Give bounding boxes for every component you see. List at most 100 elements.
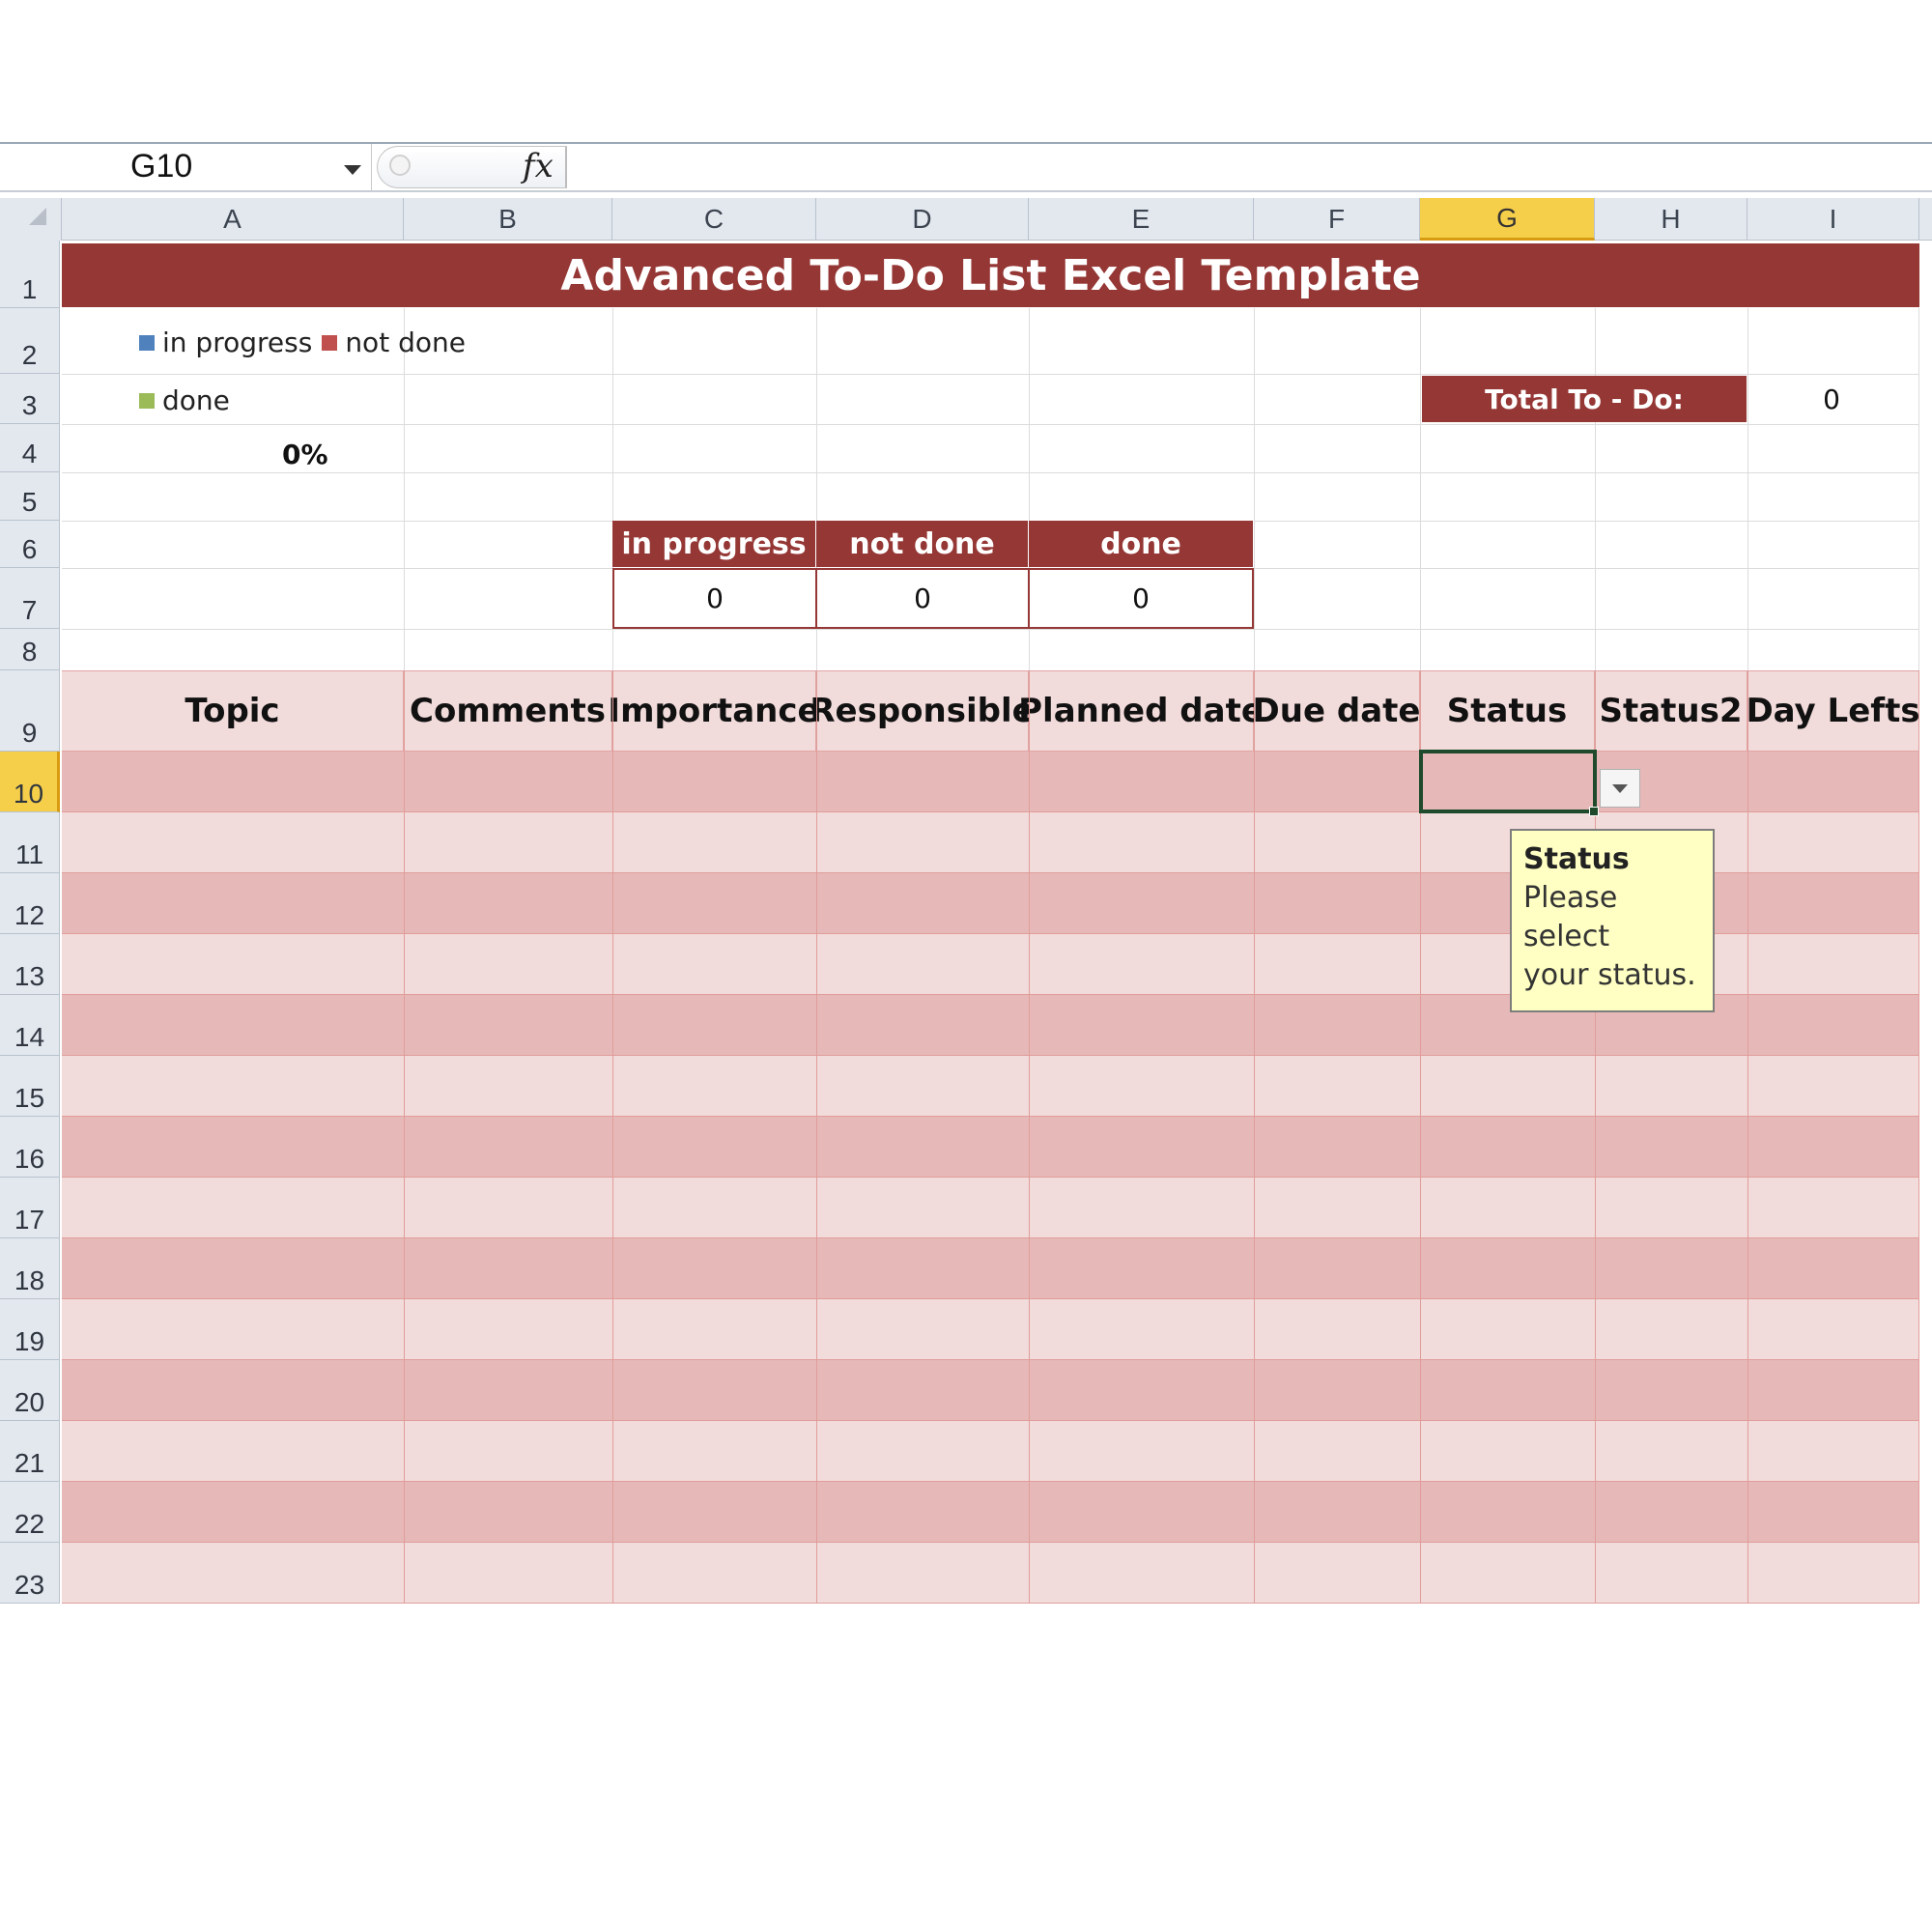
gridline: [62, 424, 1919, 425]
summary-value-done[interactable]: 0: [1028, 568, 1254, 629]
row-header-17[interactable]: 17: [0, 1178, 60, 1238]
sheet-title: Advanced To-Do List Excel Template: [62, 243, 1919, 307]
column-header-b[interactable]: B: [404, 198, 612, 241]
name-box-value: G10: [130, 148, 193, 185]
legend-label-done: done: [162, 384, 230, 416]
table-row[interactable]: [62, 1117, 1919, 1178]
row-header-21[interactable]: 21: [0, 1421, 60, 1482]
row-header-14[interactable]: 14: [0, 995, 60, 1056]
table-header-topic: Topic: [62, 670, 404, 752]
total-todo-value[interactable]: 0: [1747, 376, 1917, 422]
row-header-7[interactable]: 7: [0, 568, 60, 629]
table-column-divider: [612, 670, 613, 1604]
table-row[interactable]: [62, 1299, 1919, 1360]
row-header-4[interactable]: 4: [0, 424, 60, 472]
table-row[interactable]: [62, 1482, 1919, 1543]
row-header-9[interactable]: 9: [0, 670, 60, 752]
table-header-importance: Importance: [608, 670, 820, 752]
row-header-15[interactable]: 15: [0, 1056, 60, 1117]
table-column-divider: [1254, 670, 1255, 1604]
gridline: [1747, 308, 1748, 670]
table-header-status2: Status2: [1595, 670, 1747, 752]
gridline: [62, 374, 1919, 375]
table-column-divider: [1747, 670, 1748, 1604]
total-todo-label: Total To - Do:: [1422, 376, 1747, 422]
name-box[interactable]: G10: [0, 144, 372, 190]
table-row[interactable]: [62, 1360, 1919, 1421]
gridline: [1254, 308, 1255, 670]
row-header-18[interactable]: 18: [0, 1238, 60, 1299]
table-header-planned-date: Planned date: [1018, 670, 1264, 752]
table-header-responsible: Responsible: [810, 670, 1035, 752]
insert-function-area: fx: [377, 146, 567, 188]
fill-handle[interactable]: [1589, 807, 1599, 816]
row-header-12[interactable]: 12: [0, 873, 60, 934]
row-header-11[interactable]: 11: [0, 812, 60, 873]
gridline: [1918, 308, 1919, 670]
table-row[interactable]: [62, 1178, 1919, 1238]
table-column-divider: [816, 670, 817, 1604]
gridline: [62, 629, 1919, 630]
row-header-1[interactable]: 1: [0, 241, 60, 308]
fx-icon[interactable]: fx: [523, 147, 554, 185]
row-header-23[interactable]: 23: [0, 1543, 60, 1604]
gridline: [62, 472, 1919, 473]
row-header-20[interactable]: 20: [0, 1360, 60, 1421]
summary-header-done: done: [1029, 521, 1254, 567]
column-header-i[interactable]: I: [1747, 198, 1919, 241]
table-row[interactable]: [62, 1238, 1919, 1299]
table-row[interactable]: [62, 1421, 1919, 1482]
legend-label-not-done: not done: [345, 327, 466, 358]
column-header-e[interactable]: E: [1029, 198, 1254, 241]
tooltip-line: Please select: [1523, 881, 1618, 953]
validation-tooltip: Status Please select your status.: [1510, 829, 1715, 1012]
formula-bar: G10 fx: [0, 142, 1932, 192]
table-row[interactable]: [62, 1543, 1919, 1604]
row-header-2[interactable]: 2: [0, 308, 60, 374]
column-header-d[interactable]: D: [816, 198, 1029, 241]
resize-handle-icon[interactable]: [389, 155, 411, 176]
row-header-13[interactable]: 13: [0, 934, 60, 995]
legend-swatch-not-done: [322, 334, 338, 351]
chart-legend-row2: done: [137, 384, 230, 416]
table-row[interactable]: [62, 1056, 1919, 1117]
table-column-divider: [404, 670, 405, 1604]
table-row[interactable]: [62, 752, 1919, 812]
summary-header-not-done: not done: [816, 521, 1029, 567]
row-header-8[interactable]: 8: [0, 629, 60, 670]
legend-swatch-in-progress: [139, 334, 155, 351]
table-column-divider: [1029, 670, 1030, 1604]
chevron-down-icon: [1612, 784, 1628, 793]
table-header-comments: Comments: [404, 670, 612, 752]
column-header-g[interactable]: G: [1420, 198, 1595, 241]
table-column-divider: [1918, 670, 1919, 1604]
table-header-day-lefts: Day Lefts: [1746, 670, 1920, 752]
column-header-a[interactable]: A: [62, 198, 404, 241]
column-header-c[interactable]: C: [612, 198, 816, 241]
legend-swatch-done: [139, 392, 155, 409]
row-header-22[interactable]: 22: [0, 1482, 60, 1543]
percent-done-label: 0%: [282, 439, 328, 470]
gridline: [404, 308, 405, 670]
status-dropdown-button[interactable]: [1600, 769, 1640, 808]
table-header-status: Status: [1420, 670, 1595, 752]
row-header-5[interactable]: 5: [0, 472, 60, 521]
summary-value-not-done[interactable]: 0: [815, 568, 1030, 629]
select-all-icon: [29, 208, 46, 225]
row-header-19[interactable]: 19: [0, 1299, 60, 1360]
row-header-3[interactable]: 3: [0, 374, 60, 424]
column-header-h[interactable]: H: [1595, 198, 1747, 241]
row-header-16[interactable]: 16: [0, 1117, 60, 1178]
legend-label-in-progress: in progress: [162, 327, 313, 358]
tooltip-line: your status.: [1523, 958, 1696, 992]
row-header-10[interactable]: 10: [0, 752, 60, 812]
gridline: [1595, 308, 1596, 670]
active-cell-g10[interactable]: [1419, 750, 1597, 813]
summary-value-in-progress[interactable]: 0: [612, 568, 817, 629]
table-header-due-date: Due date: [1253, 670, 1420, 752]
column-header-f[interactable]: F: [1254, 198, 1420, 241]
row-header-6[interactable]: 6: [0, 521, 60, 568]
tooltip-title: Status: [1523, 842, 1630, 876]
summary-header-in-progress: in progress: [612, 521, 816, 567]
chevron-down-icon[interactable]: [344, 165, 361, 175]
